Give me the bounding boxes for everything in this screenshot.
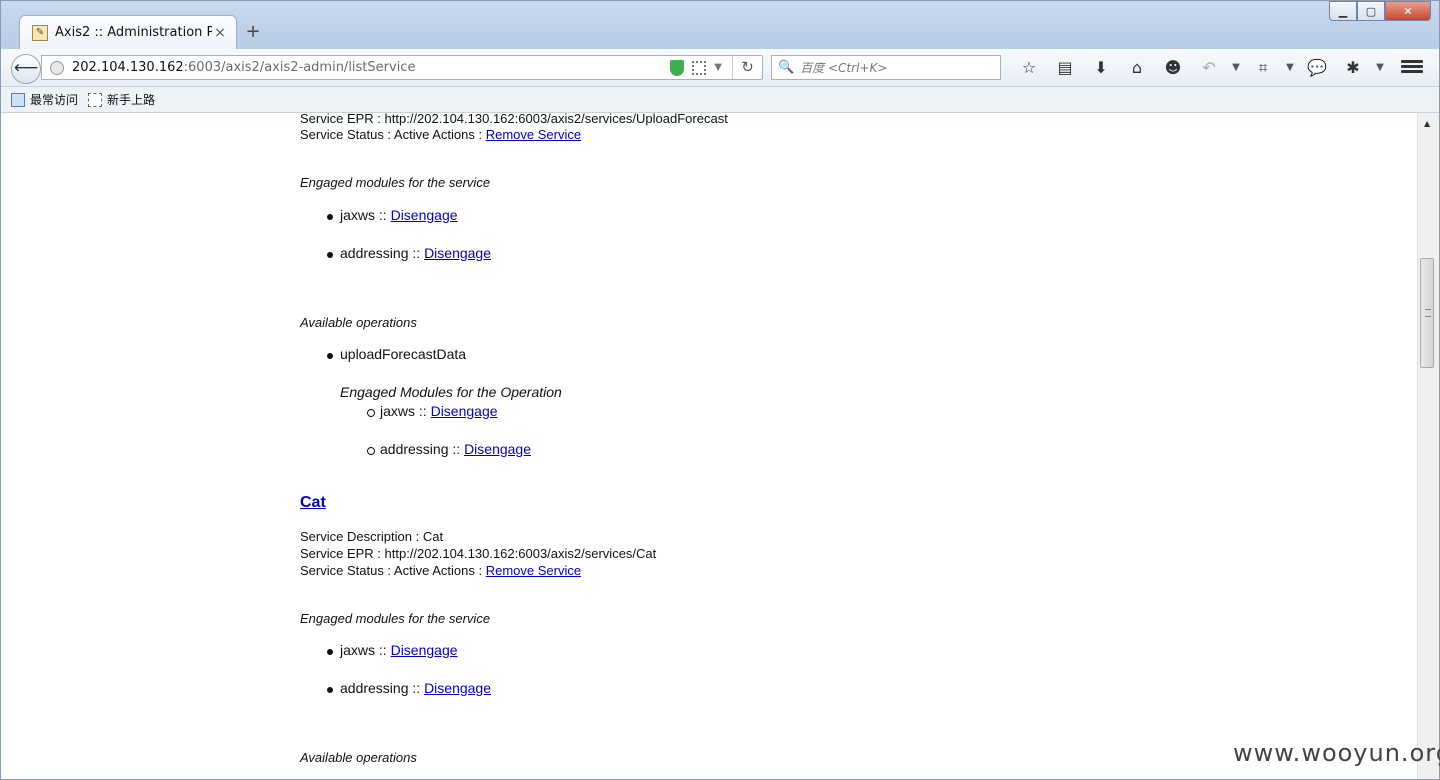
remove-service-link[interactable]: Remove Service	[486, 127, 581, 142]
separator: ::	[408, 245, 425, 261]
status-text: Service Status : Active Actions :	[300, 127, 486, 142]
shield-icon[interactable]	[670, 59, 685, 76]
status-text: Service Status : Active Actions :	[300, 563, 486, 578]
home-icon[interactable]: ⌂	[1119, 57, 1155, 79]
module-name: addressing	[340, 680, 409, 696]
back-button[interactable]: ⟵	[11, 54, 41, 84]
qr-code-icon[interactable]	[692, 60, 707, 75]
scroll-thumb[interactable]	[1420, 258, 1434, 368]
list-item: jaxws :: Disengage	[327, 642, 458, 658]
window-controls: ▁ ▢ ✕	[1329, 1, 1431, 21]
maximize-button[interactable]: ▢	[1357, 1, 1385, 21]
disengage-link[interactable]: Disengage	[424, 245, 491, 261]
separator: ::	[448, 441, 465, 457]
search-icon: 🔍	[778, 60, 795, 75]
bookmark-star-icon[interactable]: ☆	[1011, 57, 1047, 79]
module-name: addressing	[340, 245, 409, 261]
disengage-link[interactable]: Disengage	[391, 642, 458, 658]
available-operations-heading: Available operations	[300, 750, 417, 765]
search-box[interactable]: 🔍 百度 <Ctrl+K>	[771, 55, 1001, 80]
vertical-scrollbar[interactable]: ▲	[1417, 113, 1439, 779]
close-window-button[interactable]: ✕	[1385, 1, 1431, 21]
hamburger-menu-icon[interactable]	[1401, 58, 1423, 78]
module-name: addressing	[380, 441, 449, 457]
bookmark-most-visited[interactable]: 最常访问	[11, 91, 78, 108]
list-item: jaxws :: Disengage	[327, 207, 458, 223]
grip-icon	[1425, 309, 1431, 317]
crop-dropdown-icon[interactable]: ▼	[1281, 57, 1299, 79]
minimize-button[interactable]: ▁	[1329, 1, 1357, 21]
comment-icon[interactable]: 💬	[1299, 57, 1335, 79]
navigation-bar: ⟵ 202.104.130.162:6003/axis2/axis2-admin…	[1, 49, 1439, 87]
globe-icon	[50, 60, 64, 75]
service-name-link[interactable]: Cat	[300, 494, 326, 512]
module-name: jaxws	[340, 207, 376, 223]
cat-service-epr: Service EPR : http://202.104.130.162:600…	[300, 546, 657, 561]
cat-service-status: Service Status : Active Actions : Remove…	[300, 563, 581, 578]
bug-icon[interactable]: ✱	[1335, 57, 1371, 79]
module-name: jaxws	[380, 403, 416, 419]
undo-icon[interactable]: ↶	[1191, 57, 1227, 79]
separator: ::	[415, 403, 431, 419]
crop-icon[interactable]: ⌗	[1245, 57, 1281, 79]
toolbar-icons: ☆ ▤ ⬇ ⌂ ☻ ↶ ▼ ⌗ ▼ 💬 ✱ ▼	[1011, 57, 1389, 79]
scroll-up-icon[interactable]: ▲	[1424, 119, 1430, 128]
url-text[interactable]: 202.104.130.162:6003/axis2/axis2-admin/l…	[72, 60, 670, 75]
separator: ::	[408, 680, 425, 696]
cat-service-description: Service Description : Cat	[300, 529, 444, 544]
bookmark-getting-started[interactable]: 新手上路	[88, 91, 155, 108]
browser-window: ✎ Axis2 :: Administration P... × + ▁ ▢ ✕…	[0, 0, 1440, 780]
disengage-link[interactable]: Disengage	[464, 441, 531, 457]
list-item: addressing :: Disengage	[327, 245, 491, 261]
bookmark-label: 新手上路	[107, 93, 156, 107]
disengage-link[interactable]: Disengage	[424, 680, 491, 696]
url-host: 202.104.130.162	[72, 60, 184, 75]
watermark: www.wooyun.org	[1233, 739, 1440, 767]
download-icon[interactable]: ⬇	[1083, 57, 1119, 79]
available-operations-heading: Available operations	[300, 315, 417, 330]
module-name: jaxws	[340, 642, 376, 658]
tab-bar: ✎ Axis2 :: Administration P... × + ▁ ▢ ✕	[1, 1, 1439, 49]
url-dropdown-icon[interactable]: ▼	[714, 62, 722, 73]
separator: ::	[375, 207, 391, 223]
new-tab-button[interactable]: +	[243, 21, 263, 42]
tab-axis2-admin[interactable]: ✎ Axis2 :: Administration P... ×	[19, 15, 237, 49]
remove-service-link[interactable]: Remove Service	[486, 563, 581, 578]
operation-name: uploadForecastData	[340, 346, 467, 362]
getting-started-icon	[88, 92, 103, 107]
bookmarks-bar: 最常访问 新手上路	[1, 87, 1439, 113]
search-placeholder: 百度 <Ctrl+K>	[800, 61, 888, 75]
bug-dropdown-icon[interactable]: ▼	[1371, 57, 1389, 79]
chat-face-icon[interactable]: ☻	[1155, 57, 1191, 79]
reading-list-icon[interactable]: ▤	[1047, 57, 1083, 79]
axis2-favicon-icon: ✎	[32, 24, 48, 41]
url-path: :6003/axis2/axis2-admin/listService	[183, 60, 416, 75]
operation-item: uploadForecastData	[327, 346, 466, 362]
disengage-link[interactable]: Disengage	[391, 207, 458, 223]
list-item: addressing :: Disengage	[367, 441, 531, 457]
engaged-modules-heading: Engaged modules for the service	[300, 611, 491, 626]
disengage-link[interactable]: Disengage	[431, 403, 498, 419]
undo-dropdown-icon[interactable]: ▼	[1227, 57, 1245, 79]
separator: ::	[375, 642, 391, 658]
list-item: addressing :: Disengage	[327, 680, 491, 696]
tab-title: Axis2 :: Administration P...	[55, 25, 212, 40]
reload-icon[interactable]: ↻	[732, 56, 762, 79]
bookmark-label: 最常访问	[30, 93, 79, 107]
operation-modules-heading: Engaged Modules for the Operation	[340, 384, 562, 400]
engaged-modules-heading: Engaged modules for the service	[300, 175, 491, 190]
most-visited-icon	[11, 92, 25, 107]
url-bar[interactable]: 202.104.130.162:6003/axis2/axis2-admin/l…	[41, 55, 763, 80]
upload-service-status: Service Status : Active Actions : Remove…	[300, 127, 581, 142]
tab-close-icon[interactable]: ×	[212, 25, 228, 41]
page-content: Service EPR : http://202.104.130.162:600…	[1, 113, 1417, 779]
upload-service-epr: Service EPR : http://202.104.130.162:600…	[300, 113, 728, 126]
list-item: jaxws :: Disengage	[367, 403, 498, 419]
